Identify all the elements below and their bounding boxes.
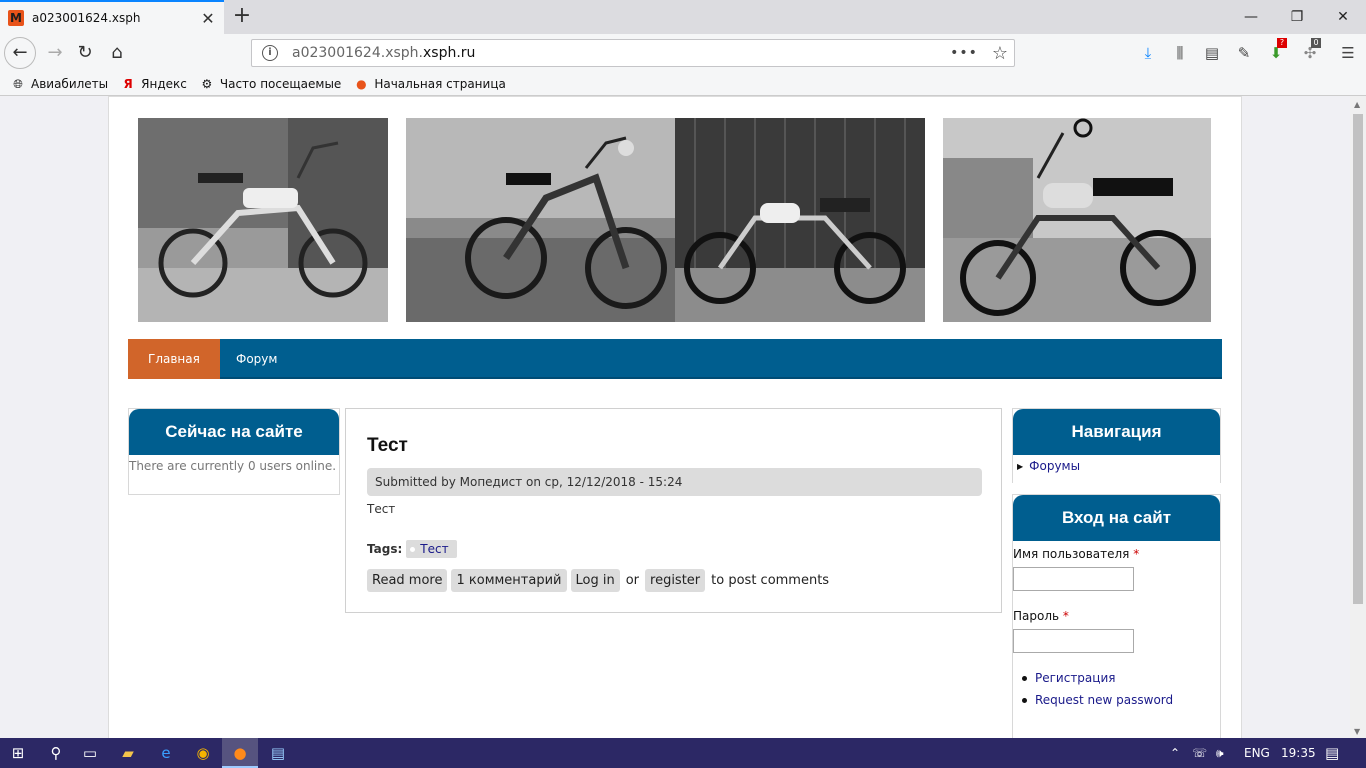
action-center-icon[interactable]: ▤ <box>1325 738 1339 768</box>
navigation-toolbar: ← → ↻ ⌂ i a023001624.xsph.xsph.ru ••• ☆ … <box>0 34 1366 72</box>
library-icon[interactable]: ⫼ <box>1169 42 1191 64</box>
volume-icon[interactable]: 🕪︎ <box>1216 738 1224 768</box>
site-page: Главная Форум Сейчас на сайте There are … <box>108 96 1242 738</box>
new-tab-button[interactable]: + <box>228 2 256 32</box>
eyedropper-icon[interactable]: ✎ <box>1233 42 1255 64</box>
moped-photo-1 <box>138 118 406 322</box>
post-comments-text: to post comments <box>711 573 830 588</box>
addon-puzzle-icon[interactable]: ✣ 0 <box>1299 38 1321 64</box>
password-input[interactable] <box>1013 629 1134 653</box>
sidebar-icon[interactable]: ▤ <box>1201 42 1223 64</box>
reload-button[interactable]: ↻ <box>70 38 100 68</box>
tab-bar: M a023001624.xsph ✕ + — ❐ ✕ <box>0 0 1366 34</box>
bullet-icon <box>1022 697 1027 703</box>
moped-photo-4 <box>942 118 1211 322</box>
globe-icon: 🌐︎ <box>13 76 23 91</box>
minimize-button[interactable]: — <box>1228 0 1274 34</box>
menu-item-forum[interactable]: Форум <box>216 339 297 379</box>
node-tags: Tags: Тест <box>367 540 457 558</box>
moped-photo-3 <box>674 118 943 322</box>
address-bar[interactable]: i a023001624.xsph.xsph.ru ••• ☆ <box>251 39 1015 67</box>
firefox-icon: ● <box>356 76 367 91</box>
header-banner <box>138 118 1211 322</box>
username-input[interactable] <box>1013 567 1134 591</box>
nav-item-forums[interactable]: ▶ Форумы <box>1013 455 1220 473</box>
login-link[interactable]: Log in <box>570 569 620 592</box>
who-is-online-block: Сейчас на сайте There are currently 0 us… <box>128 408 340 495</box>
tags-label: Tags: <box>367 542 403 556</box>
chrome-icon[interactable]: ◉ <box>185 738 221 768</box>
firefox-taskbar-icon[interactable]: ● <box>222 738 258 768</box>
url-text[interactable]: a023001624.xsph.xsph.ru <box>292 45 950 61</box>
clock[interactable]: 19:35 <box>1281 738 1316 768</box>
show-hidden-icons[interactable]: ⌃ <box>1170 738 1180 768</box>
scroll-up-icon[interactable]: ▲ <box>1354 100 1360 109</box>
task-view-icon[interactable]: ▭ <box>72 738 108 768</box>
yandex-icon: Я <box>123 76 133 91</box>
navigation-block: Навигация ▶ Форумы <box>1012 408 1221 483</box>
register-account-link[interactable]: Регистрация <box>1013 671 1220 685</box>
language-indicator[interactable]: ENG <box>1244 738 1270 768</box>
forward-button[interactable]: → <box>40 38 70 68</box>
triangle-right-icon: ▶ <box>1017 461 1024 471</box>
block-title: Навигация <box>1013 409 1220 455</box>
bookmark-yandex[interactable]: Я Яндекс <box>120 76 187 92</box>
addon-download-icon[interactable]: ⬇? <box>1265 38 1287 64</box>
bookmarks-bar: 🌐︎ Авиабилеты Я Яндекс ⚙ Часто посещаемые ●… <box>0 72 1366 96</box>
page-actions-icon[interactable]: ••• <box>950 45 978 61</box>
bookmark-aviabilety[interactable]: 🌐︎ Авиабилеты <box>10 76 108 92</box>
node-links: Read more 1 комментарий Log in or regist… <box>367 569 835 592</box>
scroll-down-icon[interactable]: ▼ <box>1354 727 1360 736</box>
scroll-thumb[interactable] <box>1353 114 1363 604</box>
notepad-icon[interactable]: ▤ <box>260 738 296 768</box>
bookmark-most-visited[interactable]: ⚙ Часто посещаемые <box>199 76 341 92</box>
window-close-button[interactable]: ✕ <box>1320 0 1366 34</box>
back-button[interactable]: ← <box>4 37 36 69</box>
bookmark-start-page[interactable]: ● Начальная страница <box>353 76 506 92</box>
username-label: Имя пользователя * <box>1013 547 1140 561</box>
bullet-icon <box>1022 675 1027 681</box>
comments-link[interactable]: 1 комментарий <box>451 569 567 592</box>
page-scrollbar[interactable]: ▲ ▼ <box>1350 96 1366 738</box>
node-title[interactable]: Тест <box>367 435 408 457</box>
tag-link[interactable]: Тест <box>406 540 457 558</box>
tab-title: a023001624.xsph <box>32 11 141 25</box>
online-users-text: There are currently 0 users online. <box>129 459 337 473</box>
node-body: Тест <box>367 502 396 516</box>
page-viewport: Главная Форум Сейчас на сайте There are … <box>0 96 1350 738</box>
search-icon[interactable]: ⚲ <box>38 738 74 768</box>
or-text: or <box>625 573 640 588</box>
block-title: Сейчас на сайте <box>129 409 339 455</box>
request-password-link[interactable]: Request new password <box>1013 693 1220 707</box>
menu-hamburger-icon[interactable]: ☰ <box>1337 42 1359 64</box>
submitted-info: Submitted by Мопедист on ср, 12/12/2018 … <box>367 468 982 496</box>
moped-photo-2 <box>406 118 675 322</box>
network-icon[interactable]: ☏ <box>1192 738 1207 768</box>
node-article: Тест Submitted by Мопедист on ср, 12/12/… <box>345 408 1002 613</box>
site-info-icon[interactable]: i <box>262 45 278 61</box>
file-explorer-icon[interactable]: ▰ <box>110 738 146 768</box>
block-title: Вход на сайт <box>1013 495 1220 541</box>
read-more-link[interactable]: Read more <box>367 569 448 592</box>
site-favicon-icon: M <box>8 10 24 26</box>
login-block: Вход на сайт Имя пользователя * Пароль *… <box>1012 494 1221 738</box>
windows-start-icon[interactable]: ⊞ <box>0 738 36 768</box>
password-label: Пароль * <box>1013 609 1069 623</box>
windows-taskbar: ⊞ ⚲ ▭ ▰ e ◉ ● ▤ ⌃ ☏ 🕪︎ ENG 19:35 ▤ <box>0 738 1366 768</box>
menu-item-home[interactable]: Главная <box>128 339 220 379</box>
maximize-button[interactable]: ❐ <box>1274 0 1320 34</box>
register-link[interactable]: register <box>645 569 706 592</box>
edge-icon[interactable]: e <box>148 738 184 768</box>
close-tab-icon[interactable]: ✕ <box>200 9 216 28</box>
bookmark-star-icon[interactable]: ☆ <box>992 43 1008 64</box>
browser-tab[interactable]: M a023001624.xsph ✕ <box>0 0 224 34</box>
home-button[interactable]: ⌂ <box>102 38 132 68</box>
gear-icon: ⚙ <box>201 76 213 91</box>
downloads-icon[interactable]: ⤓ <box>1137 42 1159 64</box>
main-menu: Главная Форум <box>128 339 1222 379</box>
